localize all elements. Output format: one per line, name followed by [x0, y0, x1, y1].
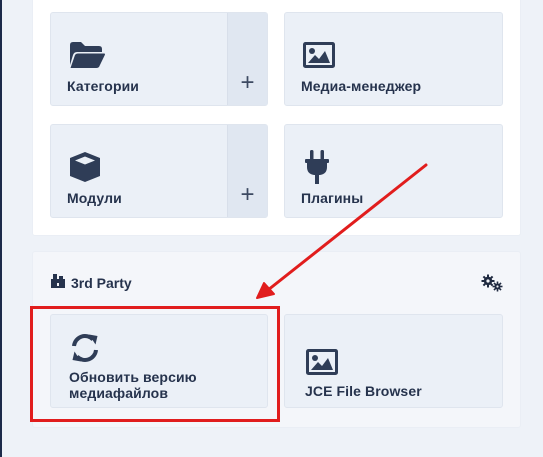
tile-label: Медиа-менеджер	[301, 78, 422, 94]
plus-icon: +	[240, 69, 255, 96]
tile-categories[interactable]: Категории +	[50, 12, 268, 106]
gears-icon[interactable]	[481, 274, 503, 297]
plug-icon	[304, 149, 330, 190]
section-title-third-party: 3rd Party	[50, 273, 132, 292]
tile-label: Плагины	[301, 190, 364, 206]
folder-open-icon	[68, 41, 106, 74]
tile-plugins[interactable]: Плагины	[284, 124, 503, 218]
cube-icon	[68, 151, 102, 188]
tile-media-manager[interactable]: Медиа-менеджер	[284, 12, 503, 106]
image-icon	[302, 41, 336, 74]
highlight-frame	[30, 306, 280, 422]
tile-label: Категории	[67, 78, 140, 94]
tile-label: JCE File Browser	[305, 383, 422, 399]
puzzle-icon	[50, 273, 66, 292]
plus-icon: +	[240, 181, 255, 208]
left-border	[0, 0, 2, 457]
image-icon	[305, 348, 339, 381]
add-module-button[interactable]: +	[227, 125, 267, 217]
add-category-button[interactable]: +	[227, 13, 267, 105]
section-title-text: 3rd Party	[71, 274, 132, 291]
tile-jce-file-browser[interactable]: JCE File Browser	[284, 314, 503, 408]
tile-modules[interactable]: Модули +	[50, 124, 268, 218]
tile-label: Модули	[67, 190, 122, 206]
